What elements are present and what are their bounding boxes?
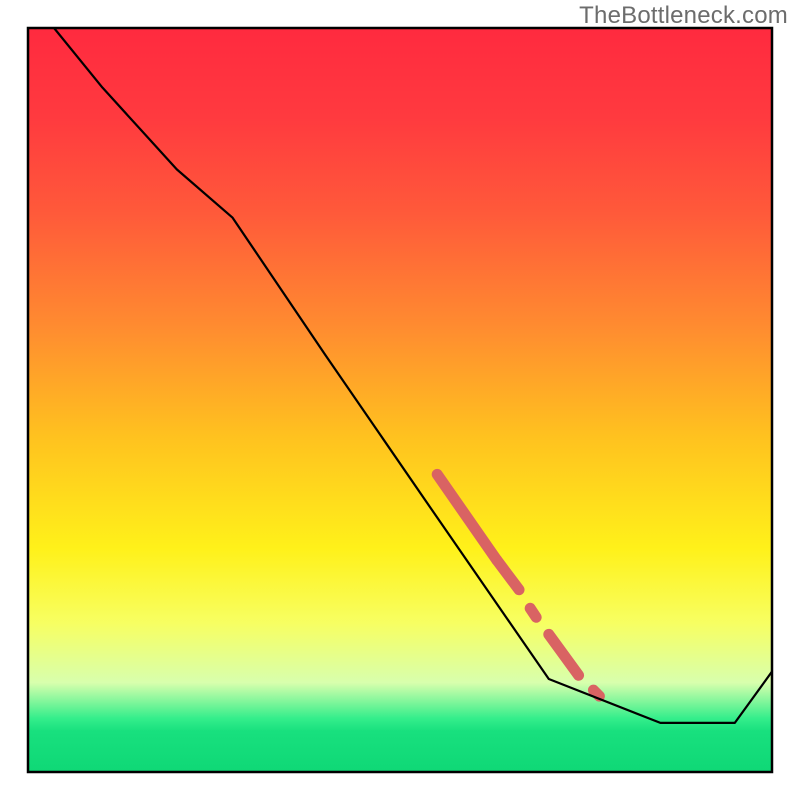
- background-gradient: [28, 28, 772, 772]
- watermark-text: TheBottleneck.com: [579, 2, 788, 30]
- segment-e-dot: [593, 690, 599, 696]
- chart-svg: [0, 0, 800, 800]
- bottleneck-chart: TheBottleneck.com: [0, 0, 800, 800]
- segment-c-dot: [530, 608, 536, 617]
